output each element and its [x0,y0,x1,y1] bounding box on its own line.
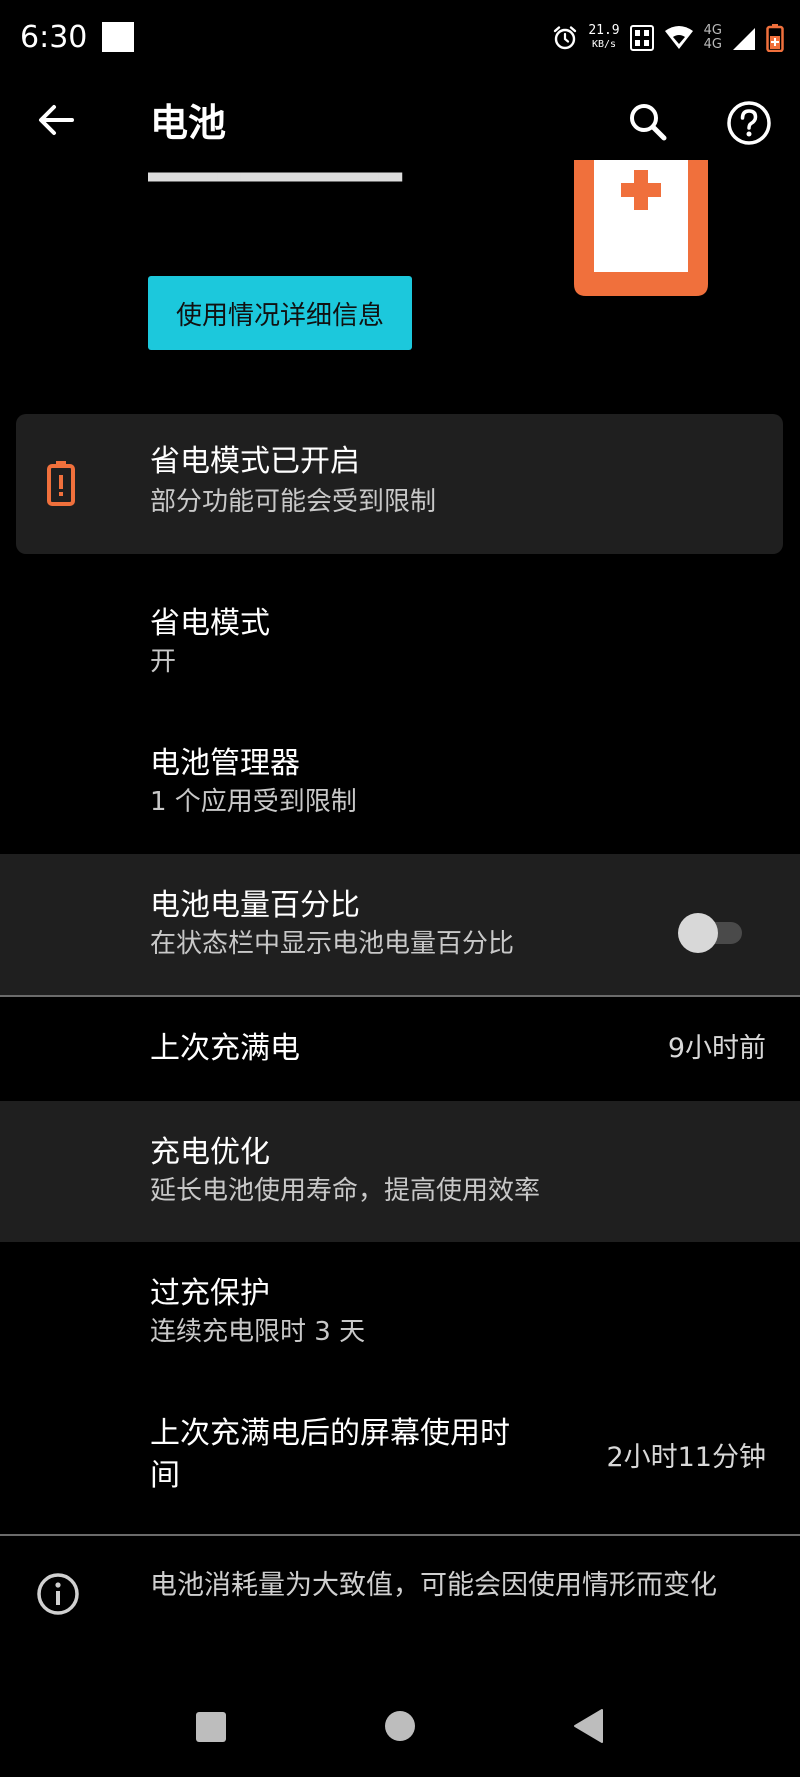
overcharge-protection-title: 过充保护 [150,1276,270,1311]
home-button[interactable] [385,1711,415,1741]
setting-power-saving[interactable]: 省电模式 开 [0,584,800,704]
battery-saver-icon [47,461,75,506]
sim-icon [629,25,654,51]
setting-charging-optimization[interactable]: 充电优化 延长电池使用寿命，提高使用效率 [0,1101,800,1242]
battery-status-icon [766,24,784,52]
usage-details-button[interactable]: 使用情况详细信息 [148,276,412,350]
network-type: 4G 4G [704,24,722,52]
setting-last-full-charge: 上次充满电 9小时前 [0,997,800,1101]
status-icons: 21.9 KB/s 4G 4G [552,16,784,60]
charging-optimization-title: 充电优化 [150,1135,270,1170]
battery-illustration-icon [574,160,708,296]
battery-saver-banner[interactable]: 省电模式已开启 部分功能可能会受到限制 [16,414,783,554]
network-type-top: 4G [703,23,722,38]
net-speed-value: 21.9 [588,23,620,38]
net-speed-unit: KB/s [591,39,617,50]
divider [0,1534,800,1536]
power-saving-title: 省电模式 [150,606,270,641]
recents-button[interactable] [196,1712,226,1742]
battery-percentage-subtitle: 在状态栏中显示电池电量百分比 [150,929,515,959]
search-icon[interactable] [626,100,670,144]
net-speed: 21.9 KB/s [588,24,619,52]
signal-icon [733,28,755,50]
battery-percentage-title: 电池电量百分比 [150,888,360,923]
screen-usage-value: 2小时11分钟 [606,1442,766,1473]
nav-back-icon[interactable] [572,1708,604,1744]
scrolled-header-text: ▂▂▂▂▂▂▂▂▂▂▂ [148,164,498,186]
banner-subtitle: 部分功能可能会受到限制 [150,487,437,517]
last-full-charge-title: 上次充满电 [150,1031,300,1066]
page-title: 电池 [150,101,227,145]
status-time: 6:30 [20,20,88,55]
back-arrow-icon[interactable] [34,98,78,142]
toggle-thumb [678,913,718,953]
battery-manager-title: 电池管理器 [150,746,300,781]
charging-optimization-subtitle: 延长电池使用寿命，提高使用效率 [150,1176,541,1206]
overcharge-protection-subtitle: 连续充电限时 3 天 [150,1317,366,1347]
screen-usage-title-line1: 上次充满电后的屏幕使用时 [150,1416,510,1451]
last-full-charge-value: 9小时前 [667,1033,766,1064]
battery-percentage-toggle[interactable] [678,912,744,953]
setting-overcharge-protection[interactable]: 过充保护 连续充电限时 3 天 [0,1242,800,1382]
info-icon [37,1573,79,1615]
battery-manager-subtitle: 1 个应用受到限制 [150,787,357,817]
banner-title: 省电模式已开启 [150,444,360,479]
notification-icon [102,22,134,52]
setting-battery-manager[interactable]: 电池管理器 1 个应用受到限制 [0,724,800,854]
wifi-icon [664,26,693,49]
screen-usage-title-line2: 间 [150,1458,180,1493]
network-type-bottom: 4G [703,37,722,52]
setting-battery-percentage[interactable]: 电池电量百分比 在状态栏中显示电池电量百分比 [0,854,800,995]
footnote-text: 电池消耗量为大致值，可能会因使用情形而变化 [150,1570,717,1601]
power-saving-subtitle: 开 [150,647,177,677]
scrolled-header-text-fragment: ▂▂▂▂▂▂▂▂▂▂▂ [148,164,402,182]
help-icon[interactable] [726,100,772,146]
setting-screen-usage: 上次充满电后的屏幕使用时 间 2小时11分钟 [0,1400,800,1534]
alarm-icon [554,26,577,50]
